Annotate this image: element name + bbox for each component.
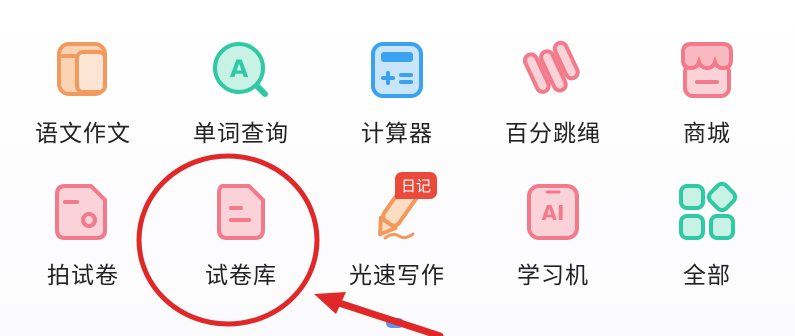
word-search-icon: A (209, 38, 273, 102)
svg-text:A: A (230, 55, 249, 83)
grid-item-chinese-essay[interactable]: 语文作文 (8, 38, 158, 148)
grid-item-label: 试卷库 (205, 263, 277, 289)
grid-item-label: 全部 (683, 263, 731, 289)
grid-item-label: 商城 (683, 121, 731, 147)
grid-item-calculator[interactable]: 计算器 (322, 38, 472, 148)
grid-item-jump-rope[interactable]: 百分跳绳 (478, 38, 628, 148)
app-grid-screen: 语文作文 A 单词查询 计算器 百分跳绳 商城 拍试卷 试卷库 日记 光速写作 … (0, 0, 795, 336)
calculator-icon (365, 38, 429, 102)
scan-paper-icon (51, 180, 115, 244)
paper-library-icon (209, 180, 273, 244)
grid-item-shop[interactable]: 商城 (632, 38, 782, 148)
grid-item-fast-writing[interactable]: 日记 光速写作 (322, 172, 472, 290)
grid-item-label: 单词查询 (193, 121, 289, 147)
grid-item-paper-library[interactable]: 试卷库 (166, 180, 316, 290)
diary-badge: 日记 (395, 172, 438, 199)
jump-rope-icon (521, 38, 585, 102)
grid-item-all[interactable]: 全部 (632, 180, 782, 290)
grid-item-label: 语文作文 (35, 121, 131, 147)
grid-item-learning-machine[interactable]: AI 学习机 (478, 180, 628, 290)
grid-item-label: 计算器 (361, 121, 433, 147)
grid-item-word-lookup[interactable]: A 单词查询 (166, 38, 316, 148)
scroll-indicator (386, 318, 404, 328)
annotation-arrow (314, 292, 444, 336)
grid-item-label: 拍试卷 (47, 263, 119, 289)
grid-item-label: 学习机 (517, 263, 589, 289)
svg-text:AI: AI (542, 201, 565, 225)
shop-icon (675, 38, 739, 102)
notebook-icon (51, 38, 115, 102)
all-apps-icon (675, 180, 739, 244)
grid-item-label: 光速写作 (349, 263, 445, 289)
grid-item-label: 百分跳绳 (505, 121, 601, 147)
grid-item-scan-paper[interactable]: 拍试卷 (8, 180, 158, 290)
writing-icon: 日记 (365, 172, 438, 244)
ai-machine-icon: AI (521, 180, 585, 244)
